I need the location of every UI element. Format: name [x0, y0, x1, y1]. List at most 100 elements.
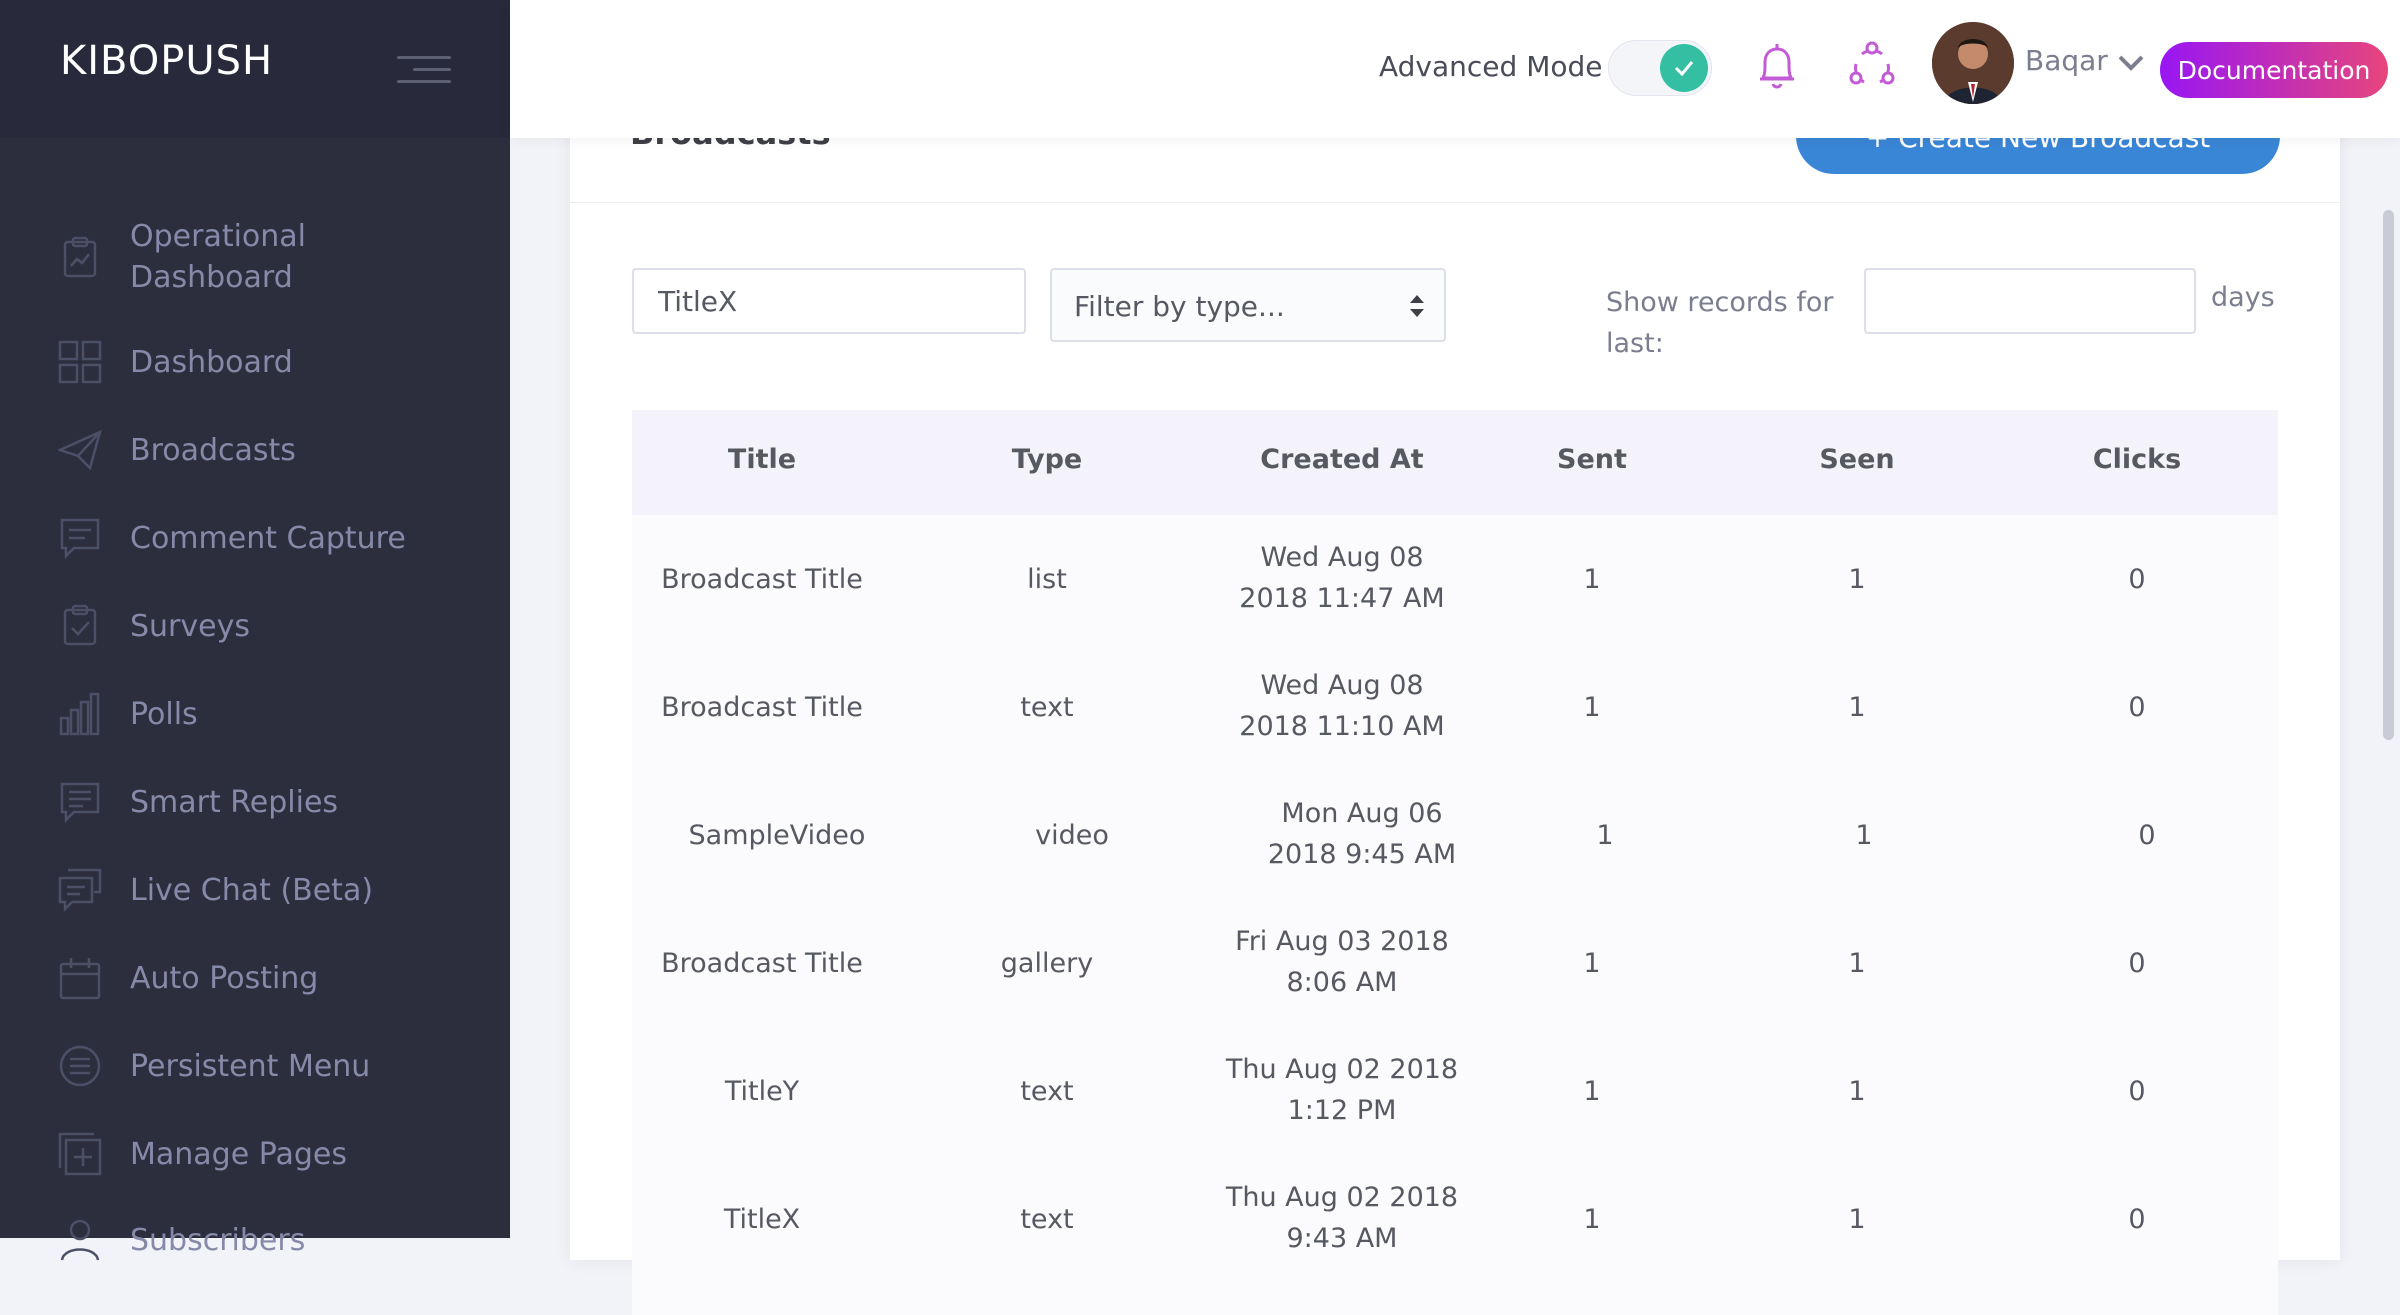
sidebar-item-label: Surveys: [130, 609, 250, 644]
sidebar-item-auto-posting[interactable]: Auto Posting: [0, 956, 510, 1000]
table-row: TitleY text Thu Aug 02 2018 1:12 PM 1 1 …: [632, 1027, 2278, 1155]
bell-icon[interactable]: [1755, 42, 1799, 92]
cell-created-date: Fri Aug 03 2018: [1235, 926, 1449, 957]
sidebar-item-label: Subscribers: [130, 1223, 306, 1258]
sidebar-item-label: Operational Dashboard: [130, 219, 307, 295]
search-input[interactable]: [632, 268, 1026, 334]
user-icon: [60, 1219, 100, 1261]
cell-type: gallery: [1000, 948, 1094, 979]
cell-seen: 1: [1848, 692, 1866, 723]
add-page-icon: [58, 1132, 102, 1176]
sidebar-item-label: Broadcasts: [130, 433, 296, 468]
cell-title: Broadcast Title: [661, 948, 863, 979]
column-header-title[interactable]: Title: [692, 444, 832, 475]
username[interactable]: Baqar: [2025, 44, 2108, 77]
advanced-mode-label: Advanced Mode: [1379, 50, 1603, 83]
records-label: Show records for last:: [1606, 287, 1834, 359]
sidebar-item-polls[interactable]: Polls: [0, 692, 510, 736]
cell-title: TitleY: [724, 1076, 800, 1107]
sidebar: KIBOPUSH Operational Dashboard Dashboard…: [0, 0, 510, 1261]
cell-sent: 1: [1583, 564, 1601, 595]
sidebar-item-label: Manage Pages: [130, 1137, 347, 1172]
days-label: days: [2211, 282, 2275, 313]
calendar-icon: [59, 958, 101, 1000]
cell-seen: 1: [1848, 1076, 1866, 1107]
cell-title: TitleX: [723, 1204, 801, 1235]
chat-bubbles-icon: [58, 868, 102, 912]
table-row: SampleVideo video Mon Aug 06 2018 9:45 A…: [632, 771, 2278, 899]
cell-created-time: 1:12 PM: [1287, 1095, 1397, 1126]
sidebar-item-surveys[interactable]: Surveys: [0, 604, 510, 648]
cell-created-date: Thu Aug 02 2018: [1225, 1182, 1459, 1213]
sidebar-item-label: Dashboard: [130, 345, 293, 380]
cell-clicks: 0: [2128, 1076, 2146, 1107]
cell-sent: 1: [1583, 692, 1601, 723]
broadcasts-portlet: Broadcasts + Create New Broadcast Filter…: [570, 100, 2340, 1315]
cell-clicks: 0: [2128, 1204, 2146, 1235]
cell-created-date: Wed Aug 08: [1260, 670, 1424, 701]
documentation-button[interactable]: Documentation: [2160, 42, 2388, 98]
hamburger-menu-icon[interactable]: [397, 50, 451, 90]
cell-clicks: 0: [2138, 820, 2156, 851]
advanced-mode-toggle[interactable]: [1608, 40, 1712, 96]
cell-title: Broadcast Title: [661, 564, 863, 595]
sidebar-item-live-chat[interactable]: Live Chat (Beta): [0, 868, 510, 912]
avatar[interactable]: [1932, 22, 2014, 104]
cell-seen: 1: [1848, 564, 1866, 595]
paper-plane-icon: [58, 429, 102, 471]
sidebar-item-manage-pages[interactable]: Manage Pages: [0, 1132, 510, 1176]
column-header-seen[interactable]: Seen: [1802, 444, 1912, 475]
cell-clicks: 0: [2128, 564, 2146, 595]
cell-seen: 1: [1855, 820, 1873, 851]
cell-created-time: 2018 9:45 AM: [1267, 839, 1457, 870]
filter-type-select[interactable]: Filter by type...: [1050, 268, 1446, 342]
table-row: Broadcast Title list Wed Aug 08 2018 11:…: [632, 515, 2278, 643]
column-header-type[interactable]: Type: [982, 444, 1112, 475]
column-header-sent[interactable]: Sent: [1537, 444, 1647, 475]
cell-created-time: 2018 11:10 AM: [1239, 711, 1445, 742]
cell-sent: 1: [1583, 1204, 1601, 1235]
sidebar-item-label: Live Chat (Beta): [130, 873, 374, 908]
brand-logo: KIBOPUSH: [60, 38, 274, 84]
cell-type: text: [1020, 692, 1074, 723]
sidebar-item-subscribers[interactable]: Subscribers: [0, 1218, 510, 1262]
select-arrows-icon: [1410, 295, 1424, 317]
chevron-down-icon[interactable]: [2116, 52, 2146, 74]
cell-title: SampleVideo: [688, 820, 866, 851]
cell-sent: 1: [1583, 1076, 1601, 1107]
sidebar-item-broadcasts[interactable]: Broadcasts: [0, 428, 510, 472]
cell-created-time: 9:43 AM: [1286, 1223, 1398, 1254]
check-icon: [1660, 44, 1708, 92]
sidebar-item-dashboard[interactable]: Dashboard: [0, 340, 510, 384]
filter-type-placeholder: Filter by type...: [1074, 290, 1285, 323]
clipboard-chart-icon: [63, 236, 97, 278]
table-row: TitleX text Thu Aug 02 2018 9:43 AM 1 1 …: [632, 1155, 2278, 1283]
cell-created-time: 8:06 AM: [1286, 967, 1398, 998]
days-input[interactable]: [1864, 268, 2196, 334]
comment-icon: [60, 518, 100, 560]
brand-bar: KIBOPUSH: [0, 0, 510, 138]
table-header: Title Type Created At Sent Seen Clicks: [632, 410, 2278, 515]
sidebar-item-operational-dashboard[interactable]: Operational Dashboard: [0, 216, 510, 306]
menu-circle-icon: [59, 1045, 101, 1087]
sidebar-item-label: Polls: [130, 697, 198, 732]
scrollbar[interactable]: [2383, 210, 2394, 740]
sidebar-item-smart-replies[interactable]: Smart Replies: [0, 780, 510, 824]
network-share-icon[interactable]: [1848, 40, 1896, 90]
cell-type: list: [1027, 564, 1067, 595]
table-row: Broadcast Title gallery Fri Aug 03 2018 …: [632, 899, 2278, 1027]
sidebar-item-comment-capture[interactable]: Comment Capture: [0, 516, 510, 560]
table-body: Broadcast Title list Wed Aug 08 2018 11:…: [632, 515, 2278, 1315]
clipboard-check-icon: [63, 604, 97, 646]
grid-icon: [58, 340, 102, 384]
cell-type: text: [1020, 1076, 1074, 1107]
cell-clicks: 0: [2128, 948, 2146, 979]
sidebar-item-label: Smart Replies: [130, 785, 339, 820]
sidebar-item-label: Persistent Menu: [130, 1049, 371, 1084]
column-header-created-at[interactable]: Created At: [1232, 444, 1452, 475]
sidebar-item-persistent-menu[interactable]: Persistent Menu: [0, 1044, 510, 1088]
cell-sent: 1: [1596, 820, 1614, 851]
column-header-clicks[interactable]: Clicks: [2062, 444, 2212, 475]
cell-type: video: [1035, 820, 1109, 851]
cell-created-time: 2018 11:47 AM: [1239, 583, 1445, 614]
